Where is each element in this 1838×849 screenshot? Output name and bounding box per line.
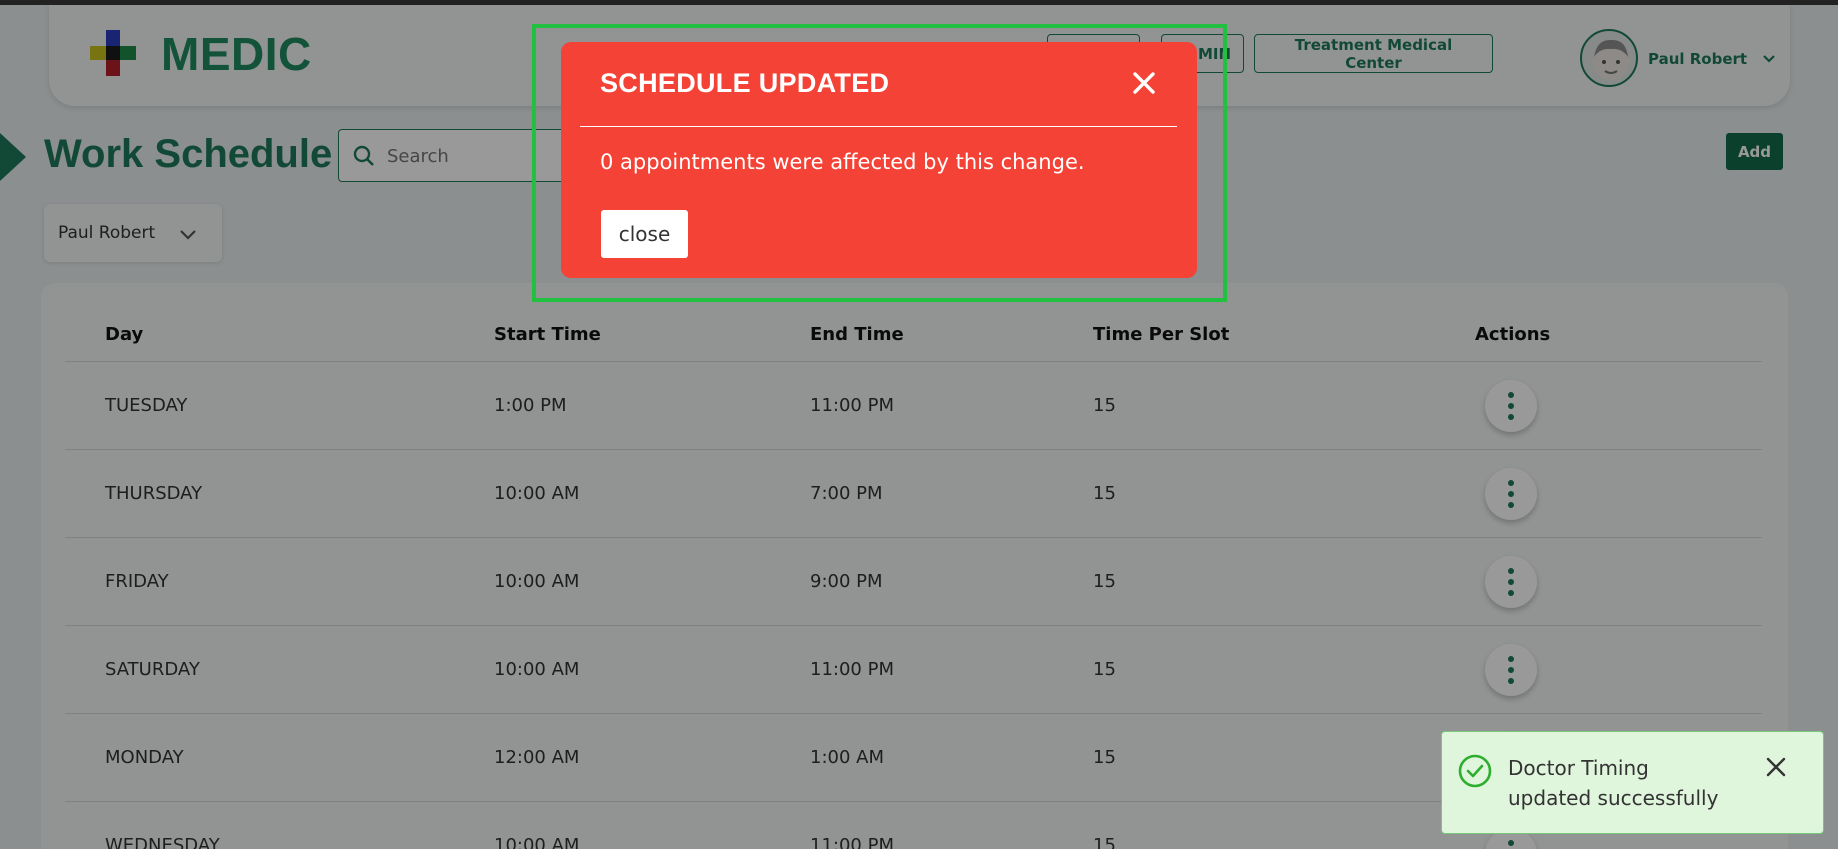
modal-divider [580, 126, 1177, 127]
success-toast: Doctor Timing updated successfully [1441, 731, 1824, 834]
modal-title: SCHEDULE UPDATED [600, 68, 890, 98]
close-icon[interactable] [1130, 69, 1158, 97]
toast-message: Doctor Timing updated successfully [1508, 756, 1719, 810]
close-button[interactable]: close [601, 210, 688, 258]
close-icon[interactable] [1764, 755, 1788, 779]
modal-message: 0 appointments were affected by this cha… [600, 150, 1085, 174]
schedule-updated-modal: SCHEDULE UPDATED 0 appointments were aff… [561, 42, 1197, 278]
check-circle-icon [1458, 754, 1492, 788]
